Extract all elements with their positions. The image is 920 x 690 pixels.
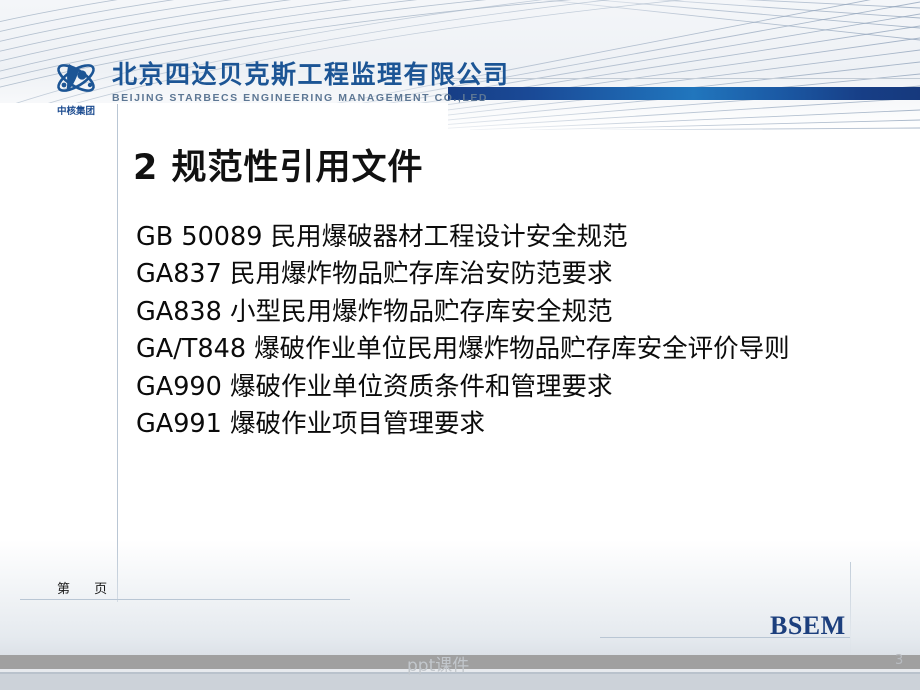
slide-canvas: 中核集团 北京四达贝克斯工程监理有限公司 BEIJING STARBECS EN… (0, 0, 920, 690)
bottom-gradient (0, 540, 920, 664)
body-line: GA991 爆破作业项目管理要求 (136, 409, 485, 440)
left-vertical-rule (117, 104, 118, 602)
header-accent-bar (448, 87, 920, 100)
page-number: 3 (895, 653, 904, 668)
bottom-bar-base (0, 674, 920, 690)
footer-page-label: 第 页 (57, 582, 118, 597)
body-line: GA/T848 爆破作业单位民用爆炸物品贮存库安全评价导则 (136, 334, 790, 365)
logo-subtitle: 中核集团 (56, 106, 95, 117)
body-line: GA990 爆破作业单位资质条件和管理要求 (136, 371, 613, 402)
company-name-block: 北京四达贝克斯工程监理有限公司 BEIJING STARBECS ENGINEE… (112, 58, 510, 104)
watermark-text: ppt课件 (407, 656, 470, 676)
atom-orbital-icon (57, 64, 95, 92)
body-line: GA838 小型民用爆炸物品贮存库安全规范 (136, 296, 613, 327)
body-line: GA837 民用爆炸物品贮存库治安防范要求 (136, 259, 613, 290)
footer-rule-left (20, 599, 350, 600)
slide-body: GB 50089 民用爆破器材工程设计安全规范 GA837 民用爆炸物品贮存库治… (136, 219, 836, 443)
company-name-cn: 北京四达贝克斯工程监理有限公司 (112, 60, 510, 89)
company-name-en: BEIJING STARBECS ENGINEERING MANAGEMENT … (112, 91, 489, 104)
slide-title: 2 规范性引用文件 (133, 148, 424, 188)
footer-brand-mark: BSEM (770, 611, 846, 640)
atom-orbital-logo: 中核集团 (48, 58, 104, 117)
body-line: GB 50089 民用爆破器材工程设计安全规范 (136, 222, 628, 252)
